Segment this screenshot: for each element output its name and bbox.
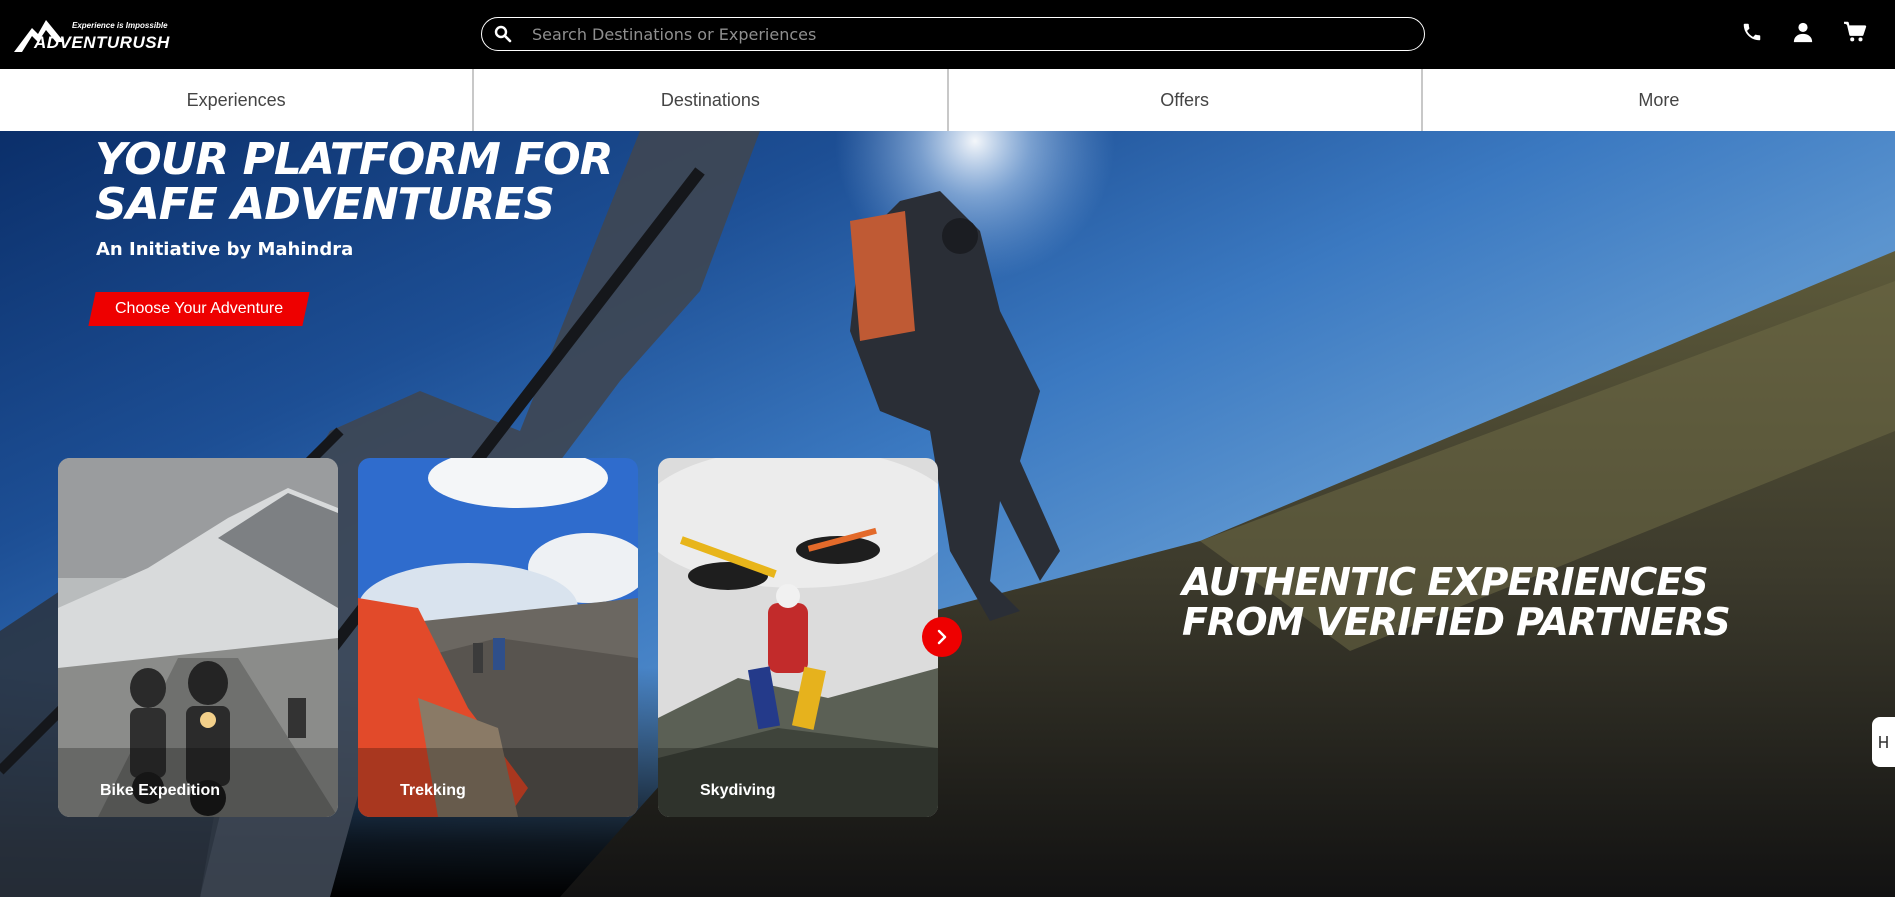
search-bar[interactable] xyxy=(481,17,1425,51)
top-header: Experience is Impossible ADVENTURUSH xyxy=(0,0,1895,69)
card-label: Skydiving xyxy=(700,782,776,799)
cart-icon[interactable] xyxy=(1842,19,1868,45)
hero-banner: YOUR PLATFORM FOR SAFE ADVENTURES An Ini… xyxy=(0,131,1895,897)
trekking-image xyxy=(358,458,638,817)
logo-tagline: Experience is Impossible xyxy=(72,21,168,30)
hero-subtitle: An Initiative by Mahindra xyxy=(96,239,354,260)
choose-adventure-button[interactable]: Choose Your Adventure xyxy=(88,292,310,326)
side-widget-tab[interactable] xyxy=(1872,717,1895,767)
skydiving-image xyxy=(658,458,938,817)
hero-tagline: AUTHENTIC EXPERIENCES FROM VERIFIED PART… xyxy=(1182,560,1731,644)
nav-item-experiences[interactable]: Experiences xyxy=(0,69,475,131)
search-icon[interactable] xyxy=(494,25,512,43)
main-nav: Experiences Destinations Offers More xyxy=(0,69,1895,131)
phone-icon[interactable] xyxy=(1739,19,1765,45)
nav-item-offers[interactable]: Offers xyxy=(949,69,1423,131)
card-trekking[interactable]: Trekking xyxy=(358,458,638,817)
bike-expedition-image xyxy=(58,458,338,817)
card-skydiving[interactable]: Skydiving xyxy=(658,458,938,817)
card-label: Bike Expedition xyxy=(100,782,221,799)
card-bike-expedition[interactable]: Bike Expedition xyxy=(58,458,338,817)
adventurush-logo[interactable]: Experience is Impossible ADVENTURUSH xyxy=(12,12,169,56)
logo-wordmark: ADVENTURUSH xyxy=(34,33,170,52)
nav-item-destinations[interactable]: Destinations xyxy=(474,69,949,131)
hero-title: YOUR PLATFORM FOR SAFE ADVENTURES xyxy=(95,134,614,230)
carousel-next-button[interactable] xyxy=(922,617,962,657)
search-input[interactable] xyxy=(532,21,1392,47)
widget-icon xyxy=(1878,736,1888,748)
nav-item-more[interactable]: More xyxy=(1423,69,1895,131)
chevron-right-icon xyxy=(937,629,947,645)
card-label: Trekking xyxy=(400,782,466,799)
cta-label: Choose Your Adventure xyxy=(114,300,284,317)
user-icon[interactable] xyxy=(1790,19,1816,45)
